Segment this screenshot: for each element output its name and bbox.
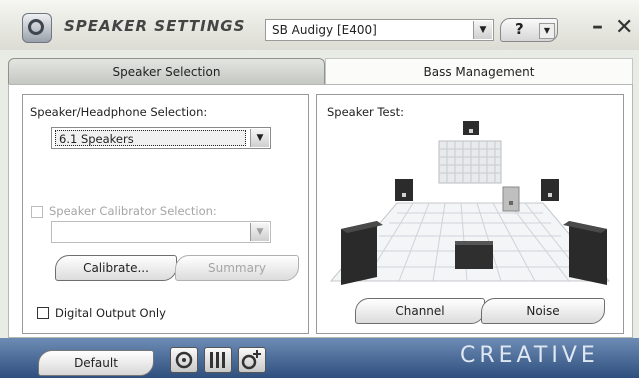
speaker-rear-center-icon <box>463 121 479 135</box>
speaker-settings-window: SPEAKER SETTINGS SB Audigy [E400] ▼ ? ▼ … <box>0 0 639 378</box>
speaker-settings-icon[interactable] <box>170 347 198 373</box>
chevron-down-icon[interactable]: ▼ <box>250 223 269 241</box>
tab-bar: Speaker Selection Bass Management <box>8 58 633 84</box>
speaker-selection-panel: Speaker/Headphone Selection: 6.1 Speaker… <box>22 94 309 334</box>
noise-button[interactable]: Noise <box>481 298 605 324</box>
mixer-icon[interactable] <box>204 347 232 373</box>
title-bar: SPEAKER SETTINGS SB Audigy [E400] ▼ ? ▼ … <box>0 0 639 50</box>
speaker-selection-label: Speaker/Headphone Selection: <box>30 105 208 119</box>
minimize-button[interactable]: – <box>592 14 603 39</box>
speaker-selection-dropdown[interactable]: 6.1 Speakers ▼ <box>51 127 271 149</box>
digital-output-label: Digital Output Only <box>55 306 166 320</box>
back-wall <box>438 140 502 184</box>
calibrator-label: Speaker Calibrator Selection: <box>49 204 217 218</box>
add-speaker-icon[interactable] <box>238 347 266 373</box>
speaker-rear-left-icon <box>395 179 413 201</box>
calibrator-dropdown[interactable]: ▼ <box>51 221 271 243</box>
channel-button[interactable]: Channel <box>355 298 485 324</box>
help-label: ? <box>515 20 524 38</box>
window-title: SPEAKER SETTINGS <box>64 17 246 35</box>
speaker-rear-right-icon <box>541 179 559 201</box>
speaker-selection-value: 6.1 Speakers <box>55 130 246 146</box>
tab-bass-management[interactable]: Bass Management <box>325 58 633 84</box>
calibrator-checkbox[interactable] <box>31 206 43 218</box>
help-button[interactable]: ? ▼ <box>500 18 558 42</box>
summary-button[interactable]: Summary <box>175 255 299 281</box>
creative-logo: CREATIVE <box>460 343 599 368</box>
speaker-front-left-icon <box>341 221 383 285</box>
default-button[interactable]: Default <box>38 350 154 376</box>
tab-speaker-selection[interactable]: Speaker Selection <box>8 58 325 84</box>
digital-output-checkbox[interactable] <box>37 307 49 319</box>
calibrate-button[interactable]: Calibrate... <box>55 255 177 281</box>
speaker-settings-app-icon <box>22 13 52 43</box>
device-select[interactable]: SB Audigy [E400] ▼ <box>265 19 494 41</box>
subwoofer-icon <box>502 186 520 212</box>
speaker-test-panel: Speaker Test: Channel Noise <box>316 94 624 334</box>
speaker-front-right-icon <box>563 221 607 285</box>
speaker-center-icon <box>455 241 493 269</box>
device-select-value: SB Audigy [E400] <box>272 23 377 37</box>
help-menu-chevron-down-icon[interactable]: ▼ <box>539 23 555 39</box>
chevron-down-icon[interactable]: ▼ <box>473 21 492 39</box>
close-button[interactable]: ✕ <box>615 15 633 40</box>
chevron-down-icon[interactable]: ▼ <box>250 129 269 147</box>
